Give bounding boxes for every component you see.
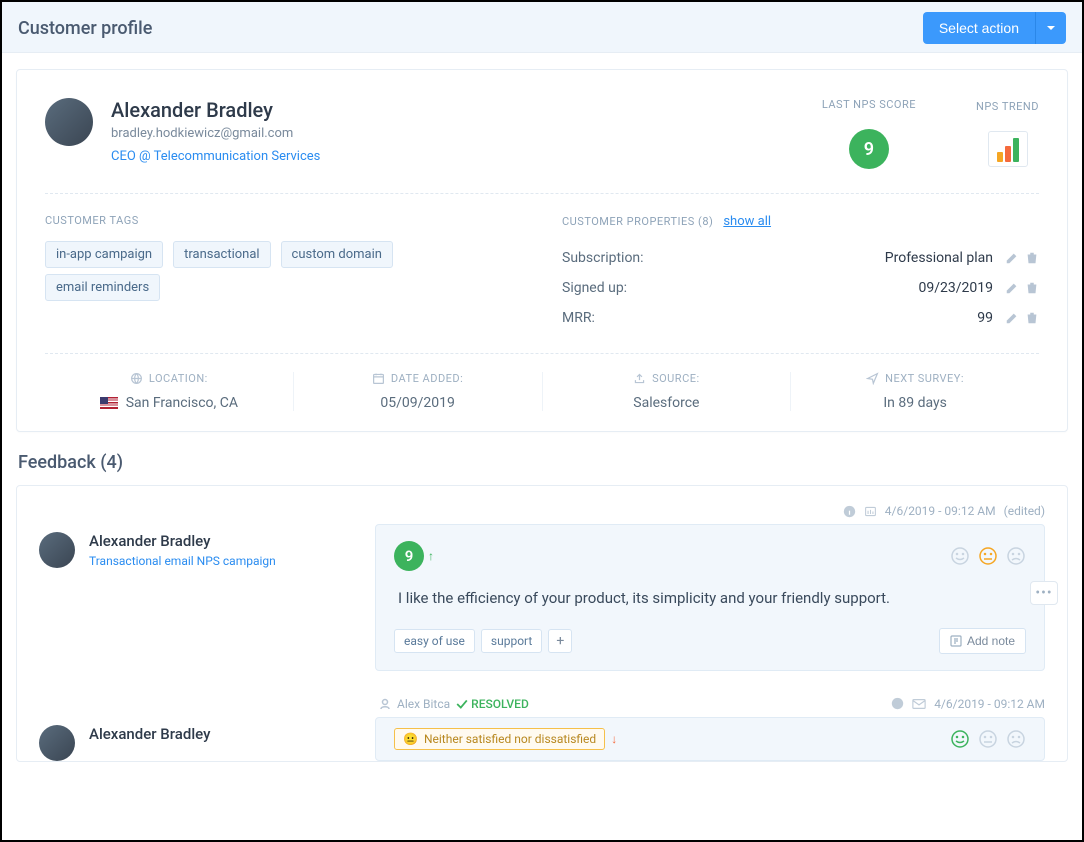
customer-tags-label: CUSTOMER TAGS (45, 214, 522, 227)
delete-icon[interactable] (1025, 251, 1039, 265)
nps-trend-label: NPS TREND (976, 100, 1039, 113)
feedback1-text: I like the efficiency of your product, i… (398, 587, 1022, 610)
date-added-label: DATE ADDED: (391, 372, 463, 385)
upload-icon (633, 372, 646, 385)
customer-name: Alexander Bradley (111, 98, 320, 122)
add-tag-button[interactable]: + (548, 629, 572, 653)
feedback2-name: Alexander Bradley (89, 725, 210, 743)
select-action-group: Select action (923, 12, 1066, 44)
face-neutral-icon[interactable] (978, 546, 998, 566)
note-icon (950, 635, 962, 647)
property-row: MRR: 99 (562, 303, 1039, 333)
edit-icon[interactable] (1005, 281, 1019, 295)
tag-in-app[interactable]: in-app campaign (45, 241, 163, 268)
caret-down-icon (1046, 23, 1056, 33)
customer-email: bradley.hodkiewicz@gmail.com (111, 126, 320, 141)
avatar (39, 532, 75, 568)
prop-val-mrr: 99 (977, 310, 993, 326)
info-icon[interactable] (891, 697, 904, 710)
satisfaction-pill: 😐 Neither satisfied nor dissatisfied (394, 728, 605, 750)
add-note-button[interactable]: Add note (939, 628, 1026, 654)
customer-properties-label: CUSTOMER PROPERTIES (8) (562, 215, 713, 228)
feedback1-body: 9 ↑ I like the efficiency of your produc… (375, 524, 1045, 671)
feedback1-timestamp: 4/6/2019 - 09:12 AM (885, 504, 996, 518)
prop-val-subscription: Professional plan (885, 250, 993, 266)
feedback2-body: 😐 Neither satisfied nor dissatisfied ↓ (375, 717, 1045, 761)
select-action-caret[interactable] (1035, 12, 1066, 44)
property-row: Subscription: Professional plan (562, 243, 1039, 273)
feedback1-edited: (edited) (1004, 504, 1045, 518)
nps-trend-chart (988, 131, 1028, 167)
user-icon (379, 698, 391, 710)
feedback1-score: 9 (394, 541, 424, 571)
calendar-icon (372, 372, 385, 385)
feedback-card: 4/6/2019 - 09:12 AM (edited) Alexander B… (16, 485, 1068, 762)
tag-email-reminders[interactable]: email reminders (45, 274, 160, 301)
send-icon (866, 372, 879, 385)
feedback1-campaign[interactable]: Transactional email NPS campaign (89, 554, 276, 568)
source-label: SOURCE: (652, 372, 700, 385)
prop-key-signed-up: Signed up: (562, 280, 919, 296)
delivery-icon (864, 505, 877, 518)
feedback1-name: Alexander Bradley (89, 532, 276, 550)
avatar (39, 725, 75, 761)
select-action-button[interactable]: Select action (923, 12, 1035, 44)
flag-us-icon (100, 397, 118, 409)
tag-custom-domain[interactable]: custom domain (281, 241, 393, 268)
property-row: Signed up: 09/23/2019 (562, 273, 1039, 303)
next-survey-value: In 89 days (791, 395, 1039, 411)
satisfaction-text: Neither satisfied nor dissatisfied (424, 732, 596, 746)
edit-icon[interactable] (1005, 311, 1019, 325)
face-neutral-icon[interactable] (978, 729, 998, 749)
customer-role[interactable]: CEO @ Telecommunication Services (111, 149, 320, 164)
fb-tag-support[interactable]: support (481, 629, 542, 653)
topbar: Customer profile Select action (2, 2, 1082, 53)
arrow-up-icon: ↑ (428, 549, 434, 563)
face-happy-icon[interactable] (950, 729, 970, 749)
more-button[interactable]: ••• (1030, 581, 1058, 605)
prop-key-mrr: MRR: (562, 310, 977, 326)
delete-icon[interactable] (1025, 281, 1039, 295)
profile-card: Alexander Bradley bradley.hodkiewicz@gma… (16, 69, 1068, 432)
date-added-value: 05/09/2019 (294, 395, 542, 411)
globe-icon (130, 372, 143, 385)
avatar (45, 98, 93, 146)
add-note-label: Add note (967, 634, 1015, 648)
location-value: San Francisco, CA (126, 395, 238, 411)
next-survey-label: NEXT SURVEY: (885, 372, 964, 385)
show-all-link[interactable]: show all (723, 214, 771, 229)
feedback-heading: Feedback (4) (18, 452, 1068, 473)
face-sad-icon[interactable] (1006, 546, 1026, 566)
fb-tag-easy-of-use[interactable]: easy of use (394, 629, 475, 653)
source-value: Salesforce (543, 395, 791, 411)
location-label: LOCATION: (149, 372, 208, 385)
mail-icon (912, 697, 926, 711)
tags-container: in-app campaign transactional custom dom… (45, 241, 522, 307)
neutral-emoji-icon: 😐 (403, 732, 418, 746)
nps-score-label: LAST NPS SCORE (822, 98, 916, 111)
tag-transactional[interactable]: transactional (173, 241, 270, 268)
prop-key-subscription: Subscription: (562, 250, 885, 266)
face-sad-icon[interactable] (1006, 729, 1026, 749)
arrow-down-icon: ↓ (611, 732, 617, 746)
delete-icon[interactable] (1025, 311, 1039, 325)
assignee-name: Alex Bitca (397, 697, 450, 711)
prop-val-signed-up: 09/23/2019 (919, 280, 994, 296)
status-timestamp: 4/6/2019 - 09:12 AM (934, 697, 1045, 711)
edit-icon[interactable] (1005, 251, 1019, 265)
page-title: Customer profile (18, 18, 152, 39)
info-icon[interactable] (843, 505, 856, 518)
nps-score-badge: 9 (849, 129, 889, 169)
resolved-status: RESOLVED (456, 697, 529, 711)
face-happy-icon[interactable] (950, 546, 970, 566)
